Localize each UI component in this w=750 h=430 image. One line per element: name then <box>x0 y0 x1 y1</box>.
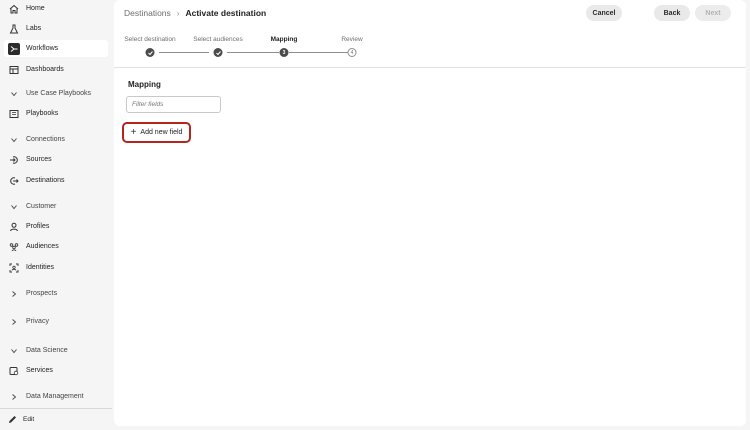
checkmark-icon <box>145 48 155 57</box>
sidebar-item-dashboards[interactable]: Dashboards <box>4 61 108 78</box>
sidebar-item-label: Labs <box>26 25 42 32</box>
next-button[interactable]: Next <box>695 5 731 21</box>
sidebar-section-label: Connections <box>26 136 65 143</box>
sidebar-section-data-science[interactable]: Data Science <box>4 342 108 359</box>
step-connector <box>289 52 348 53</box>
chevron-down-icon <box>9 202 19 212</box>
cancel-button[interactable]: Cancel <box>586 5 622 21</box>
sidebar-item-label: Destinations <box>26 177 65 184</box>
sidebar-section-customer[interactable]: Customer <box>4 198 108 215</box>
main-panel: Destinations › Activate destination Canc… <box>114 0 746 426</box>
flask-icon <box>9 24 19 34</box>
sidebar-item-label: Identities <box>26 264 55 271</box>
sidebar-item-home[interactable]: Home <box>4 0 108 17</box>
back-button[interactable]: Back <box>654 5 690 21</box>
sidebar-item-workflows[interactable]: Workflows <box>4 40 108 57</box>
sidebar: Home Labs Workflows Dashboards Use Case … <box>0 0 112 430</box>
sidebar-item-label: Playbooks <box>26 110 59 117</box>
sidebar-section-label: Use Case Playbooks <box>26 90 91 97</box>
sidebar-section-prospects[interactable]: Prospects <box>4 285 108 302</box>
sidebar-section-privacy[interactable]: Privacy <box>4 313 108 330</box>
chevron-right-icon <box>9 317 19 327</box>
step-label-select-destination: Select destination <box>124 36 176 43</box>
sidebar-item-audiences[interactable]: Audiences <box>4 238 108 255</box>
add-new-field-button[interactable]: + Add new field <box>122 122 191 143</box>
sidebar-edit-button[interactable]: Edit <box>0 408 112 430</box>
step-connector <box>159 52 209 53</box>
add-new-field-label: Add new field <box>140 129 183 136</box>
step-number-current: 3 <box>279 48 289 57</box>
step-number-pending: 4 <box>347 48 357 57</box>
edit-label: Edit <box>23 416 35 423</box>
step-label-mapping: Mapping <box>270 36 298 43</box>
identity-icon <box>9 263 19 273</box>
filter-fields-input[interactable] <box>126 96 221 113</box>
sidebar-item-playbooks[interactable]: Playbooks <box>4 105 108 122</box>
chevron-down-icon <box>9 135 19 145</box>
book-icon <box>9 109 19 119</box>
chevron-right-icon <box>9 392 19 402</box>
step-connector <box>227 52 279 53</box>
destinations-icon <box>9 176 19 186</box>
sidebar-section-data-management[interactable]: Data Management <box>4 388 108 405</box>
chevron-down-icon <box>9 89 19 99</box>
chevron-right-icon <box>9 289 19 299</box>
step-label-review: Review <box>341 36 363 43</box>
step-label-select-audiences: Select audiences <box>193 36 243 43</box>
plus-icon: + <box>130 126 137 138</box>
sidebar-item-labs[interactable]: Labs <box>4 20 108 37</box>
sidebar-item-label: Dashboards <box>26 66 64 73</box>
chevron-right-icon: › <box>176 8 180 18</box>
sidebar-item-label: Home <box>26 5 45 12</box>
sidebar-section-label: Data Management <box>26 393 84 400</box>
dashboard-icon <box>9 65 19 75</box>
sidebar-section-label: Privacy <box>26 318 49 325</box>
sidebar-item-services[interactable]: Services <box>4 362 108 379</box>
sidebar-item-profiles[interactable]: Profiles <box>4 218 108 235</box>
sidebar-item-identities[interactable]: Identities <box>4 259 108 276</box>
sidebar-section-label: Prospects <box>26 290 58 297</box>
sources-icon <box>9 155 19 165</box>
user-icon <box>9 222 19 232</box>
sidebar-item-label: Workflows <box>26 45 59 52</box>
sidebar-section-connections[interactable]: Connections <box>4 131 108 148</box>
sidebar-item-label: Services <box>26 367 53 374</box>
sidebar-item-sources[interactable]: Sources <box>4 151 108 168</box>
breadcrumb: Destinations › Activate destination <box>124 8 266 18</box>
pencil-icon <box>8 415 17 424</box>
audiences-icon <box>9 242 19 252</box>
sidebar-section-label: Customer <box>26 203 57 210</box>
sidebar-item-label: Sources <box>26 156 52 163</box>
sidebar-item-destinations[interactable]: Destinations <box>4 172 108 189</box>
checkmark-icon <box>213 48 223 57</box>
workflow-icon <box>8 42 20 55</box>
sidebar-section-label: Data Science <box>26 347 68 354</box>
sidebar-item-label: Profiles <box>26 223 50 230</box>
mapping-title: Mapping <box>128 80 161 89</box>
breadcrumb-destinations-link[interactable]: Destinations <box>124 8 171 18</box>
home-icon <box>9 4 19 14</box>
sidebar-section-use-case-playbooks[interactable]: Use Case Playbooks <box>4 85 108 102</box>
services-icon <box>9 366 19 376</box>
topbar: Destinations › Activate destination Canc… <box>114 0 746 68</box>
page-title: Activate destination <box>185 8 267 18</box>
sidebar-item-label: Audiences <box>26 243 59 250</box>
chevron-down-icon <box>9 346 19 356</box>
wizard-steps: Select destination Select audiences Mapp… <box>114 36 746 60</box>
